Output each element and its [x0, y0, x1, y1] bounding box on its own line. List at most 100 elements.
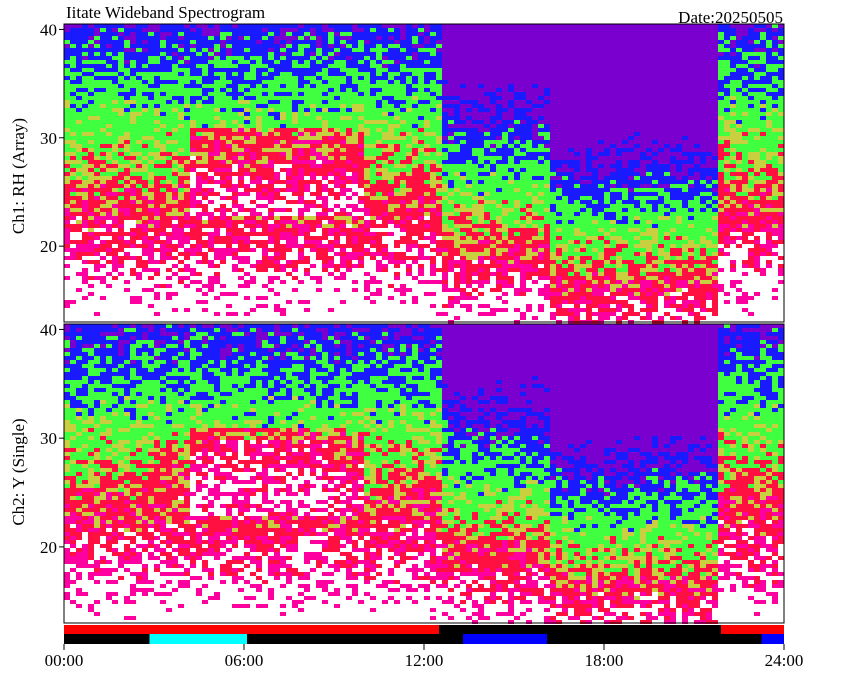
spectrogram-cell	[208, 212, 214, 216]
spectrogram-cell	[298, 208, 304, 212]
spectrogram-cell	[364, 256, 370, 260]
spectrogram-cell	[106, 104, 112, 108]
spectrogram-cell	[190, 256, 196, 260]
spectrogram-cell	[118, 164, 124, 168]
spectrogram-cell	[424, 56, 430, 60]
spectrogram-cell	[382, 244, 388, 248]
spectrogram-cell	[238, 92, 244, 96]
spectrogram-cell	[436, 160, 442, 164]
spectrogram-cell	[448, 140, 454, 144]
spectrogram-cell	[418, 112, 424, 116]
spectrogram-cell	[220, 216, 226, 220]
spectrogram-cell	[166, 300, 172, 304]
spectrogram-cell	[352, 192, 358, 196]
spectrogram-cell	[298, 164, 304, 168]
spectrogram-cell	[190, 204, 196, 208]
spectrogram-cell	[238, 264, 244, 268]
spectrogram-cell	[154, 104, 160, 108]
spectrogram-cell	[406, 228, 412, 232]
spectrogram-cell	[310, 76, 316, 80]
spectrogram-cell	[112, 132, 118, 136]
spectrogram-cell	[298, 68, 304, 72]
spectrogram-cell	[64, 116, 70, 120]
spectrogram-cell	[382, 136, 388, 140]
spectrogram-cell	[370, 140, 376, 144]
spectrogram-cell	[220, 184, 226, 188]
spectrogram-cell	[454, 288, 460, 292]
spectrogram-cell	[160, 264, 166, 268]
spectrogram-cell	[268, 160, 274, 164]
spectrogram-cell	[316, 240, 322, 244]
spectrogram-cell	[418, 84, 424, 88]
spectrogram-cell	[406, 252, 412, 256]
spectrogram-cell	[142, 196, 148, 200]
spectrogram-cell	[148, 100, 154, 104]
spectrogram-cell	[184, 296, 190, 300]
spectrogram-cell	[442, 60, 448, 64]
spectrogram-cell	[220, 80, 226, 84]
spectrogram-cell	[412, 116, 418, 120]
spectrogram-cell	[430, 216, 436, 220]
spectrogram-cell	[322, 284, 328, 288]
spectrogram-cell	[220, 220, 226, 224]
spectrogram-cell	[148, 280, 154, 284]
spectrogram-cell	[64, 88, 70, 92]
spectrogram-cell	[376, 280, 382, 284]
spectrogram-cell	[370, 312, 376, 316]
spectrogram-cell	[190, 104, 196, 108]
spectrogram-cell	[196, 244, 202, 248]
spectrogram-cell	[310, 204, 316, 208]
spectrogram-cell	[358, 168, 364, 172]
spectrogram-cell	[100, 284, 106, 288]
spectrogram-cell	[376, 304, 382, 308]
spectrogram-cell	[394, 144, 400, 148]
spectrogram-cell	[226, 56, 232, 60]
spectrogram-cell	[334, 24, 340, 28]
spectrogram-cell	[202, 312, 208, 316]
spectrogram-cell	[382, 124, 388, 128]
spectrogram-cell	[382, 72, 388, 76]
spectrogram-cell	[166, 180, 172, 184]
spectrogram-cell	[412, 88, 418, 92]
spectrogram-cell	[244, 100, 250, 104]
spectrogram-cell	[88, 196, 94, 200]
spectrogram-cell	[226, 124, 232, 128]
spectrogram-cell	[190, 236, 196, 240]
spectrogram-cell	[256, 300, 262, 304]
spectrogram-cell	[364, 180, 370, 184]
spectrogram-cell	[142, 260, 148, 264]
spectrogram-cell	[454, 308, 460, 312]
spectrogram-cell	[190, 196, 196, 200]
spectrogram-cell	[232, 60, 238, 64]
spectrogram-cell	[334, 168, 340, 172]
spectrogram-cell	[244, 76, 250, 80]
spectrogram-cell	[286, 316, 292, 320]
spectrogram-cell	[292, 232, 298, 236]
spectrogram-cell	[400, 72, 406, 76]
spectrogram-cell	[382, 312, 388, 316]
spectrogram-cell	[436, 196, 442, 200]
spectrogram-cell	[64, 252, 70, 256]
spectrogram-cell	[190, 252, 196, 256]
spectrogram-cell	[112, 108, 118, 112]
spectrogram-cell	[274, 172, 280, 176]
spectrogram-cell	[442, 204, 448, 208]
spectrogram-cell	[406, 296, 412, 300]
spectrogram-cell	[208, 288, 214, 292]
spectrogram-cell	[70, 156, 76, 160]
spectrogram-cell	[448, 280, 454, 284]
spectrogram-cell	[202, 56, 208, 60]
spectrogram-cell	[172, 56, 178, 60]
spectrogram-cell	[76, 172, 82, 176]
spectrogram-cell	[394, 60, 400, 64]
spectrogram-cell	[220, 272, 226, 276]
spectrogram-cell	[280, 152, 286, 156]
spectrogram-cell	[454, 232, 460, 236]
spectrogram-cell	[214, 64, 220, 68]
spectrogram-cell	[244, 172, 250, 176]
spectrogram-cell	[406, 112, 412, 116]
spectrogram-cell	[190, 60, 196, 64]
spectrogram-cell	[274, 100, 280, 104]
spectrogram-cell	[370, 284, 376, 288]
spectrogram-cell	[328, 220, 334, 224]
